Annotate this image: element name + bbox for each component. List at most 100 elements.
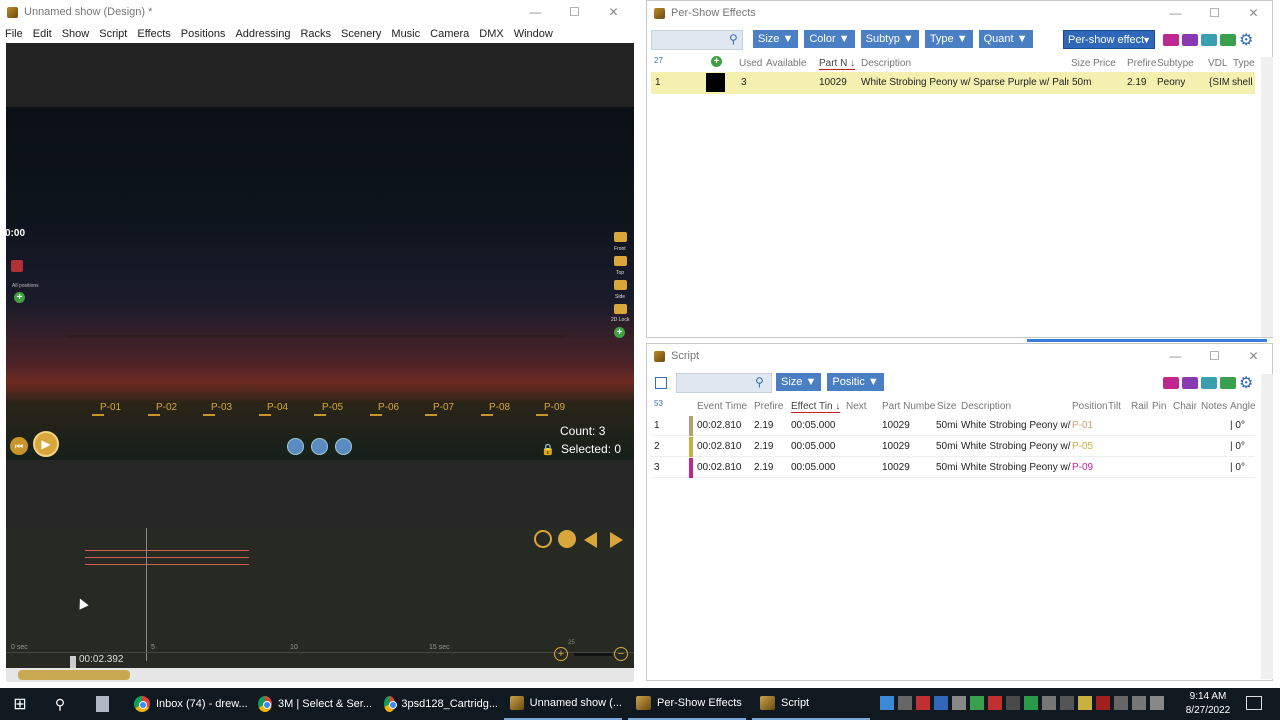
taskbar-item-script[interactable]: Script xyxy=(752,688,870,720)
scrollbar-thumb[interactable] xyxy=(18,670,130,680)
taskbar-item-per-show-effects[interactable]: Per-Show Effects xyxy=(628,688,746,720)
nuclear-icon[interactable] xyxy=(558,530,576,548)
tray-icon[interactable] xyxy=(1042,696,1056,710)
col-part-number[interactable]: Part Numbe xyxy=(882,401,935,412)
filter-color[interactable]: Color ▼ xyxy=(804,30,855,48)
tray-icon[interactable] xyxy=(970,696,984,710)
lock-icon[interactable]: 🔒 xyxy=(541,443,555,456)
start-button[interactable]: ⊞ xyxy=(0,688,40,720)
minimize-icon[interactable]: — xyxy=(1156,1,1195,25)
position-label[interactable]: P-04 xyxy=(267,402,288,413)
col-part-number[interactable]: Part N ↓ xyxy=(819,58,856,70)
tray-icon[interactable] xyxy=(1006,696,1020,710)
col-subtype[interactable]: Subtype xyxy=(1157,58,1194,69)
maximize-icon[interactable]: ☐ xyxy=(555,0,594,24)
notification-icon[interactable] xyxy=(1246,696,1262,710)
search-icon[interactable]: ⚲ xyxy=(729,32,738,46)
minimize-icon[interactable]: — xyxy=(516,0,555,24)
camera-2d-lock-icon[interactable] xyxy=(614,304,627,314)
maximize-icon[interactable]: ☐ xyxy=(1195,344,1234,368)
position-label[interactable]: P-06 xyxy=(378,402,399,413)
menu-file[interactable]: File xyxy=(5,28,23,40)
position-label[interactable]: P-02 xyxy=(156,402,177,413)
camera-top-icon[interactable] xyxy=(614,256,627,266)
col-vdl[interactable]: VDL xyxy=(1208,58,1227,69)
script-tool-icon[interactable] xyxy=(1201,377,1217,389)
playhead-line[interactable] xyxy=(146,528,147,661)
tray-icon[interactable] xyxy=(898,696,912,710)
filter-quantity[interactable]: Quant ▼ xyxy=(978,30,1033,48)
vertical-scrollbar[interactable] xyxy=(1261,374,1273,679)
table-row[interactable]: 1 00:02.810 2.19 00:05.000 10029 50mi Wh… xyxy=(651,416,1255,436)
move-tool-icon[interactable] xyxy=(311,438,328,455)
clock[interactable]: 9:14 AM 8/27/2022 xyxy=(1176,690,1240,718)
add-camera-icon[interactable]: + xyxy=(614,327,625,338)
view-tool-icon[interactable] xyxy=(287,438,304,455)
col-prefire[interactable]: Prefire xyxy=(1127,58,1156,69)
add-row-icon[interactable] xyxy=(655,377,667,389)
time-slider-thumb[interactable] xyxy=(70,656,76,668)
vertical-scrollbar[interactable] xyxy=(1261,57,1273,337)
per-show-titlebar[interactable]: Per-Show Effects — ☐ ✕ xyxy=(647,1,1272,25)
effect-bar[interactable] xyxy=(85,557,249,558)
menu-positions[interactable]: Positions xyxy=(181,28,226,40)
col-size[interactable]: Size xyxy=(1071,58,1090,69)
menu-dmx[interactable]: DMX xyxy=(479,28,503,40)
filter-subtype[interactable]: Subtyp ▼ xyxy=(860,30,919,48)
effect-bar[interactable] xyxy=(85,564,249,565)
table-row[interactable]: 1 3 10029 White Strobing Peony w/ Sparse… xyxy=(651,72,1255,94)
col-prefire[interactable]: Prefire xyxy=(754,401,783,412)
tray-icon[interactable] xyxy=(952,696,966,710)
next-arrow-icon[interactable] xyxy=(610,532,623,548)
menu-window[interactable]: Window xyxy=(514,28,553,40)
col-event-time[interactable]: Event Time xyxy=(697,401,747,412)
col-type[interactable]: Type xyxy=(1233,58,1255,69)
filter-size[interactable]: Size ▼ xyxy=(753,30,799,48)
tray-icon[interactable] xyxy=(1114,696,1128,710)
close-icon[interactable]: ✕ xyxy=(1234,344,1273,368)
menu-addressing[interactable]: Addressing xyxy=(235,28,290,40)
volume-icon[interactable] xyxy=(1060,696,1074,710)
col-size[interactable]: Size xyxy=(937,401,956,412)
effect-tool-icon[interactable] xyxy=(1163,34,1179,46)
tray-icon[interactable] xyxy=(916,696,930,710)
filter-size[interactable]: Size ▼ xyxy=(776,373,822,391)
filter-type[interactable]: Type ▼ xyxy=(924,30,973,48)
taskbar-item-unnamed-show[interactable]: Unnamed show (... xyxy=(504,688,622,720)
col-position[interactable]: Position xyxy=(1072,401,1108,412)
script-tool-icon[interactable] xyxy=(1220,377,1236,389)
close-icon[interactable]: ✕ xyxy=(594,0,633,24)
rotate-tool-icon[interactable] xyxy=(335,438,352,455)
search-icon[interactable]: ⚲ xyxy=(44,688,76,720)
col-angle[interactable]: Angle xyxy=(1230,401,1256,412)
position-label[interactable]: P-01 xyxy=(100,402,121,413)
menu-effects[interactable]: Effects xyxy=(137,28,170,40)
menu-show[interactable]: Show xyxy=(62,28,90,40)
position-label[interactable]: P-09 xyxy=(544,402,565,413)
col-description[interactable]: Description xyxy=(861,58,911,69)
col-chair[interactable]: Chair xyxy=(1173,401,1197,412)
zoom-plus-icon[interactable]: + xyxy=(554,647,568,661)
menu-music[interactable]: Music xyxy=(391,28,420,40)
col-notes[interactable]: Notes xyxy=(1201,401,1227,412)
zoom-minus-icon[interactable]: − xyxy=(614,647,628,661)
camera-side-icon[interactable] xyxy=(614,280,627,290)
mode-select[interactable]: Per-show effect ▼ xyxy=(1063,30,1155,49)
col-used[interactable]: Used xyxy=(739,58,762,69)
script-titlebar[interactable]: Script — ☐ ✕ xyxy=(647,344,1272,368)
design-titlebar[interactable]: Unnamed show (Design) * — ☐ ✕ xyxy=(0,0,636,24)
effect-tool-icon[interactable] xyxy=(1201,34,1217,46)
add-effect-icon[interactable]: + xyxy=(711,56,722,67)
effect-tool-icon[interactable] xyxy=(1220,34,1236,46)
wifi-icon[interactable] xyxy=(1132,696,1146,710)
menu-edit[interactable]: Edit xyxy=(33,28,52,40)
taskbar-item-3psd128[interactable]: 3psd128_Cartridg... xyxy=(378,688,498,720)
zoom-slider[interactable] xyxy=(574,653,612,656)
network-icon[interactable] xyxy=(1150,696,1164,710)
effect-tool-icon[interactable] xyxy=(1182,34,1198,46)
bluetooth-icon[interactable] xyxy=(934,696,948,710)
filter-position[interactable]: Positic ▼ xyxy=(827,373,884,391)
taskbar-item-inbox[interactable]: Inbox (74) - drew... xyxy=(128,688,248,720)
position-label[interactable]: P-05 xyxy=(322,402,343,413)
calculator-icon[interactable] xyxy=(88,688,116,720)
